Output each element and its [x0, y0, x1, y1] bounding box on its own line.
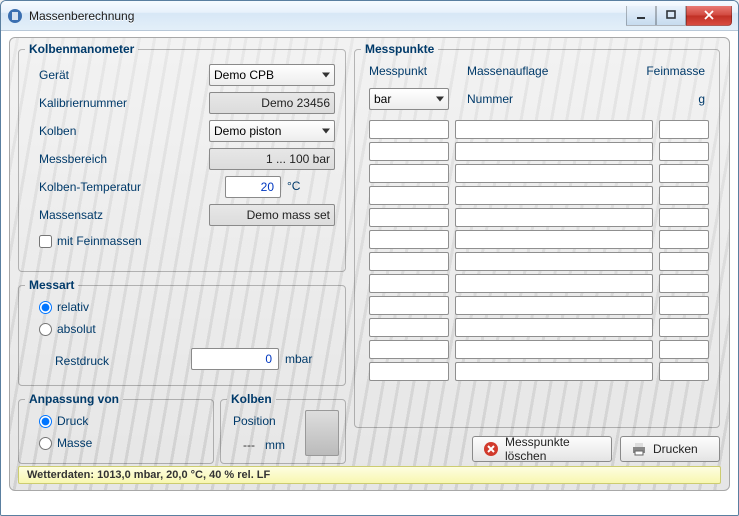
table-cell[interactable] — [369, 230, 449, 249]
radio-masse[interactable]: Masse — [39, 436, 92, 450]
app-icon — [7, 8, 23, 24]
table-cell[interactable] — [659, 252, 709, 271]
legend-kolbenpos: Kolben — [227, 392, 276, 406]
table-cell[interactable] — [659, 186, 709, 205]
radio-relativ[interactable]: relativ — [39, 300, 89, 314]
table-cell[interactable] — [369, 142, 449, 161]
label-kolben: Kolben — [39, 124, 76, 138]
unit-restdruck: mbar — [285, 352, 312, 366]
table-cell[interactable] — [369, 296, 449, 315]
group-kolbenmanometer: Kolbenmanometer Gerät Demo CPB Kalibrier… — [18, 42, 346, 272]
legend-kolbenmanometer: Kolbenmanometer — [25, 42, 138, 56]
unit-position: mm — [265, 438, 285, 452]
label-kalibriernummer: Kalibriernummer — [39, 96, 127, 110]
table-cell[interactable] — [455, 274, 653, 293]
table-cell[interactable] — [369, 208, 449, 227]
group-kolbenpos: Kolben Position --- mm — [220, 392, 346, 464]
table-cell[interactable] — [659, 362, 709, 381]
value-position: --- — [243, 438, 255, 452]
label-massensatz: Massensatz — [39, 208, 103, 222]
legend-anpassung: Anpassung von — [25, 392, 123, 406]
field-massensatz: Demo mass set — [209, 204, 335, 226]
table-cell[interactable] — [455, 362, 653, 381]
table-cell[interactable] — [659, 230, 709, 249]
table-cell[interactable] — [659, 296, 709, 315]
table-cell[interactable] — [369, 340, 449, 359]
radio-absolut[interactable]: absolut — [39, 322, 96, 336]
table-cell[interactable] — [659, 318, 709, 337]
group-messpunkte: Messpunkte Messpunkt Massenauflage Feinm… — [354, 42, 720, 428]
client-area: Kolbenmanometer Gerät Demo CPB Kalibrier… — [1, 31, 738, 515]
label-nummer: Nummer — [467, 92, 513, 106]
label-messbereich: Messbereich — [39, 152, 107, 166]
table-cell[interactable] — [369, 318, 449, 337]
field-kalibriernummer: Demo 23456 — [209, 92, 335, 114]
cells-feinmasse — [659, 120, 709, 381]
table-cell[interactable] — [659, 142, 709, 161]
button-drucken[interactable]: Drucken — [620, 436, 720, 462]
label-restdruck: Restdruck — [55, 354, 109, 368]
check-feinmassen[interactable]: mit Feinmassen — [39, 234, 142, 248]
table-cell[interactable] — [369, 186, 449, 205]
status-bar: Wetterdaten: 1013,0 mbar, 20,0 °C, 40 % … — [18, 466, 721, 484]
table-cell[interactable] — [659, 340, 709, 359]
table-cell[interactable] — [455, 252, 653, 271]
table-cell[interactable] — [369, 120, 449, 139]
close-button[interactable] — [686, 6, 732, 26]
window-title: Massenberechnung — [29, 9, 626, 23]
label-kolbentemp: Kolben-Temperatur — [39, 180, 141, 194]
table-cell[interactable] — [455, 230, 653, 249]
main-panel: Kolbenmanometer Gerät Demo CPB Kalibrier… — [9, 37, 730, 491]
input-restdruck[interactable] — [191, 348, 279, 370]
window: Massenberechnung Kolbenmanometer Gerät D… — [0, 0, 739, 516]
window-buttons — [626, 6, 732, 26]
button-messpunkte-loeschen[interactable]: Messpunkte löschen — [472, 436, 612, 462]
select-kolben[interactable]: Demo piston — [209, 120, 335, 142]
input-kolbentemp[interactable] — [225, 176, 281, 198]
table-cell[interactable] — [369, 362, 449, 381]
maximize-button[interactable] — [656, 6, 686, 26]
label-position: Position — [233, 414, 276, 428]
delete-icon — [483, 441, 499, 457]
table-cell[interactable] — [455, 142, 653, 161]
table-cell[interactable] — [659, 120, 709, 139]
table-cell[interactable] — [659, 164, 709, 183]
cells-massenauflage — [455, 120, 653, 381]
minimize-button[interactable] — [626, 6, 656, 26]
table-cell[interactable] — [369, 252, 449, 271]
table-cell[interactable] — [369, 274, 449, 293]
table-cell[interactable] — [455, 296, 653, 315]
table-cell[interactable] — [455, 208, 653, 227]
col-header-messpunkt: Messpunkt — [369, 64, 427, 78]
radio-druck[interactable]: Druck — [39, 414, 88, 428]
legend-messpunkte: Messpunkte — [361, 42, 438, 56]
table-cell[interactable] — [455, 318, 653, 337]
table-cell[interactable] — [455, 164, 653, 183]
checkbox-feinmassen[interactable] — [39, 235, 52, 248]
table-cell[interactable] — [659, 208, 709, 227]
table-cell[interactable] — [659, 274, 709, 293]
table-cell[interactable] — [455, 120, 653, 139]
titlebar[interactable]: Massenberechnung — [1, 1, 738, 31]
unit-kolbentemp: °C — [287, 179, 300, 193]
field-messbereich: 1 ... 100 bar — [209, 148, 335, 170]
table-cell[interactable] — [369, 164, 449, 183]
group-anpassung: Anpassung von Druck Masse — [18, 392, 214, 464]
col-header-massenauflage: Massenauflage — [467, 64, 548, 78]
table-cell[interactable] — [455, 186, 653, 205]
cells-messpunkt — [369, 120, 449, 381]
label-geraet: Gerät — [39, 68, 69, 82]
col-header-feinmasse: Feinmasse — [646, 64, 705, 78]
printer-icon — [631, 441, 647, 457]
table-cell[interactable] — [455, 340, 653, 359]
group-messart: Messart relativ absolut Restdruck mbar — [18, 278, 346, 386]
position-indicator — [305, 410, 339, 456]
select-geraet[interactable]: Demo CPB — [209, 64, 335, 86]
legend-messart: Messart — [25, 278, 78, 292]
status-text: Wetterdaten: 1013,0 mbar, 20,0 °C, 40 % … — [27, 469, 270, 481]
label-feinmasse-unit: g — [698, 92, 705, 106]
select-messpunkt-unit[interactable]: bar — [369, 88, 449, 110]
